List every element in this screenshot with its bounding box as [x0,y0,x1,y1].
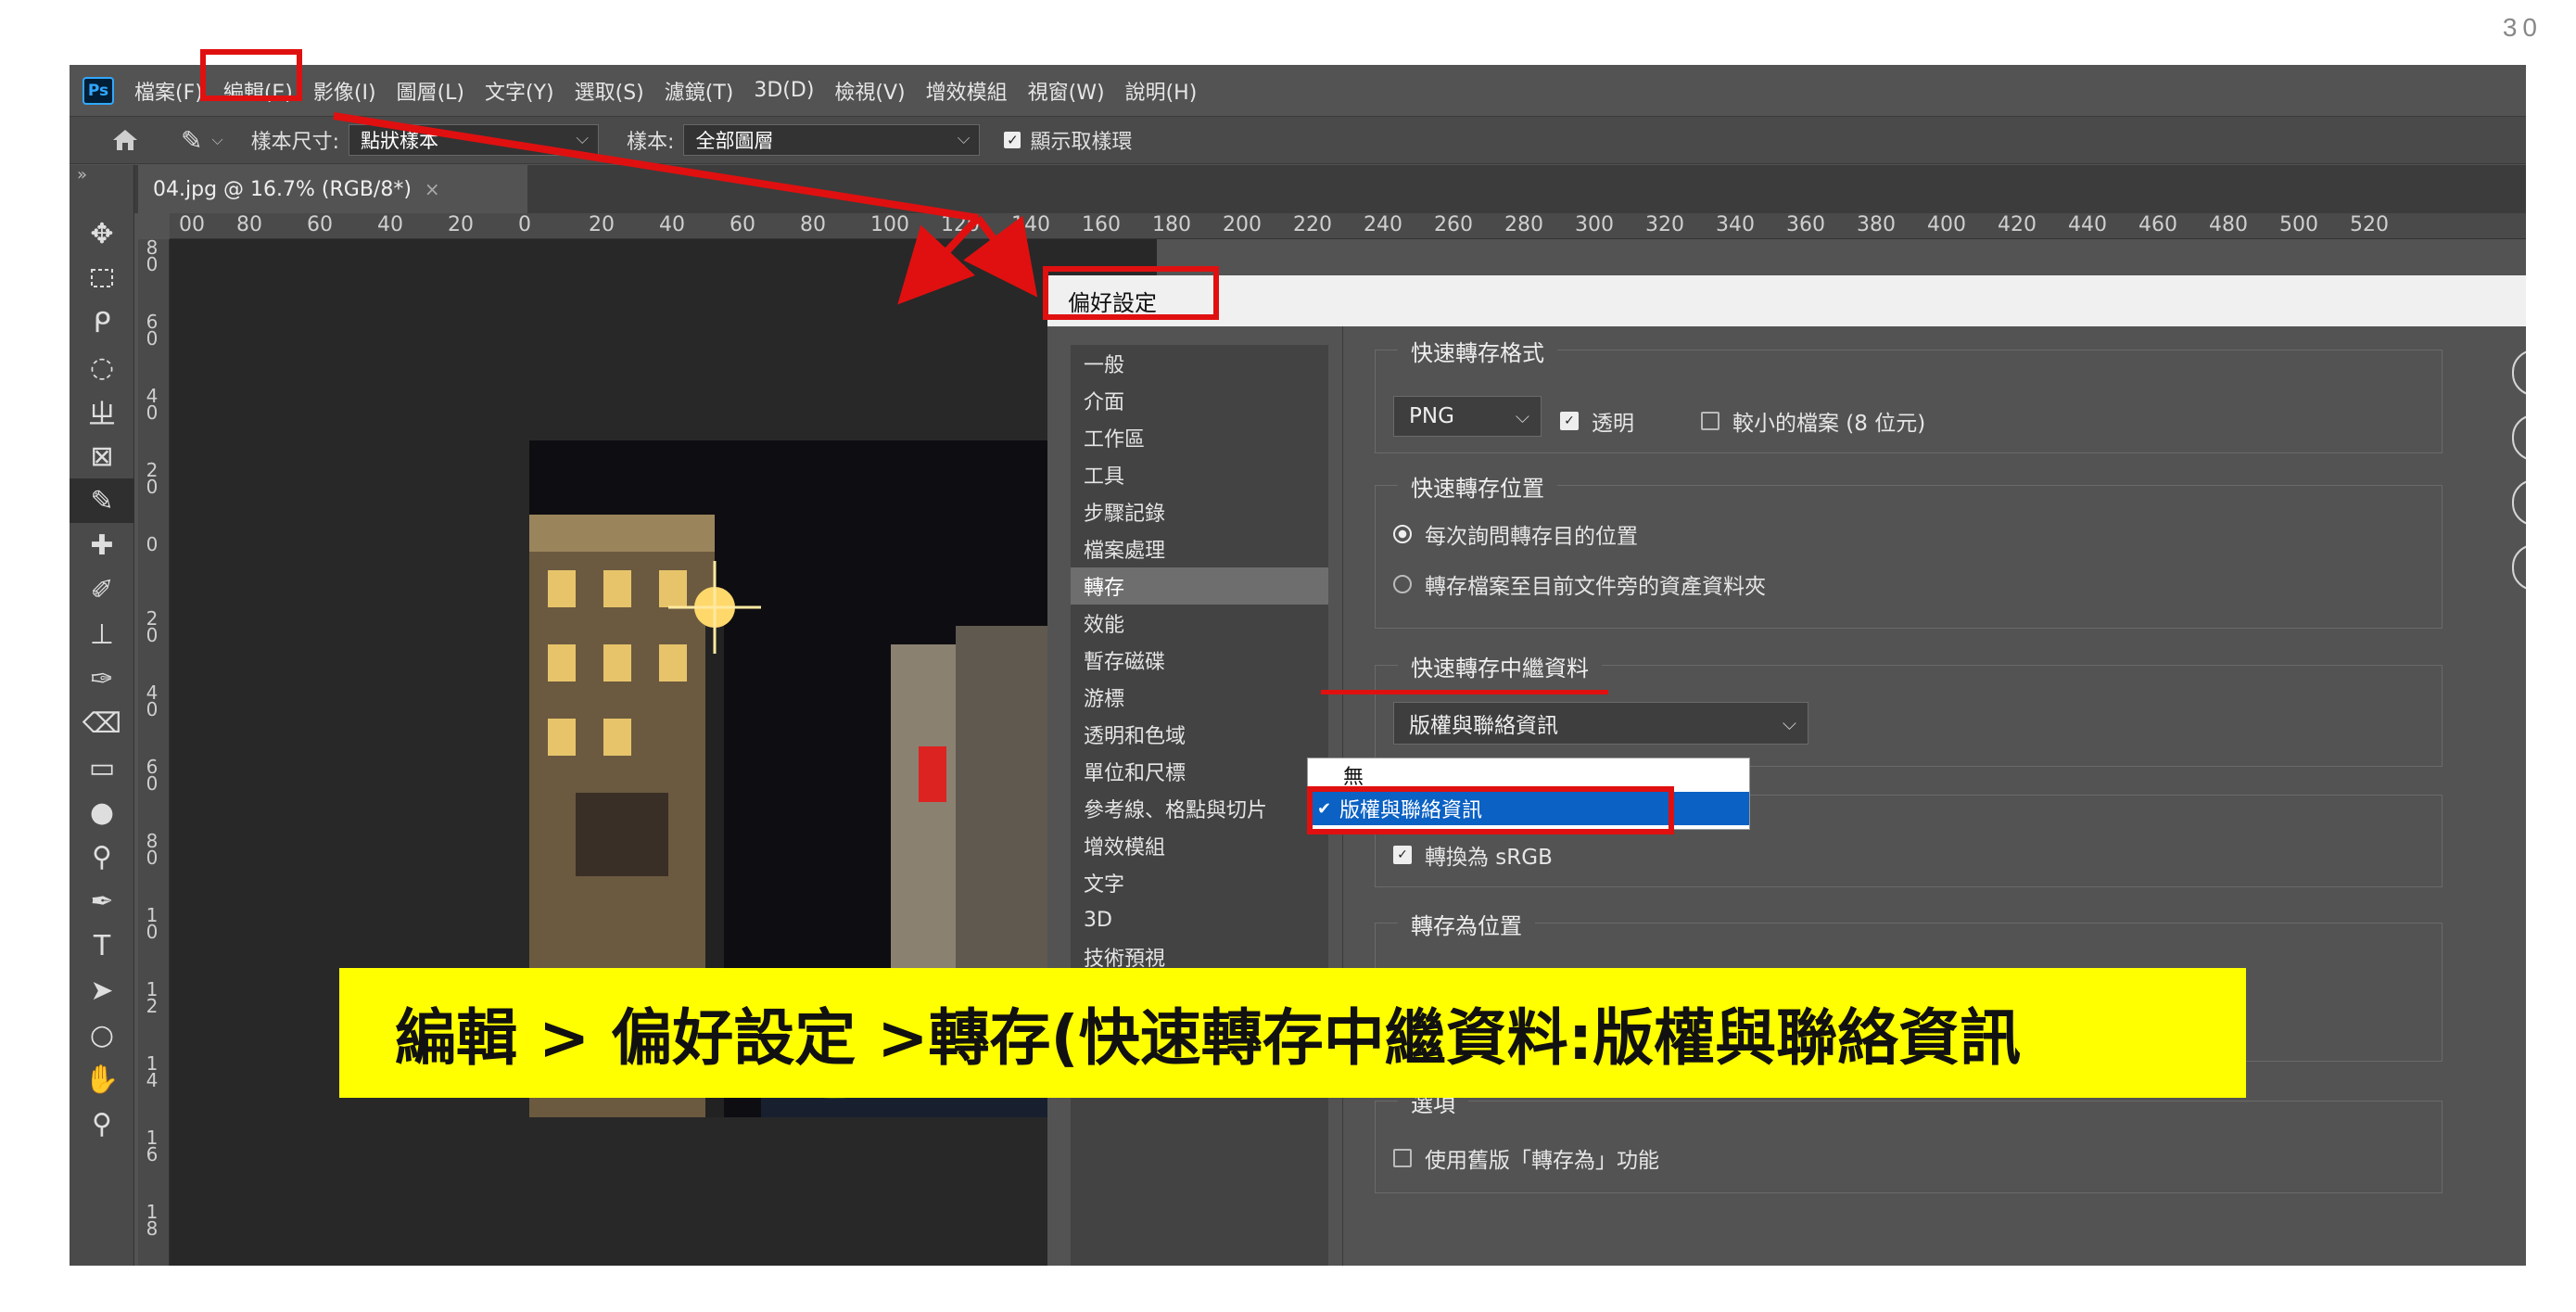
annotation-arrow [333,112,1038,305]
instruction-banner: 編輯 > 偏好設定 >轉存(快速轉存中繼資料:版權與聯絡資訊 [339,968,2246,1098]
